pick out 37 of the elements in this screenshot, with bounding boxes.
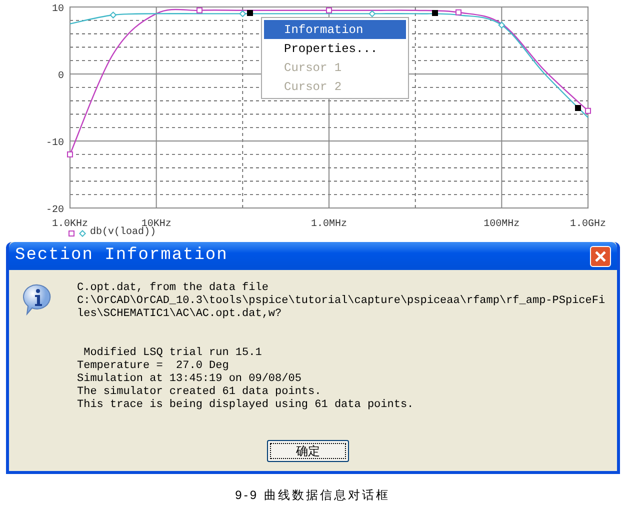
- message-line: Modified LSQ trial run 15.1: [82, 347, 263, 360]
- message-line: This trace is being displayed using 61 data points.: [77, 399, 415, 412]
- close-icon: [595, 250, 606, 262]
- y-tick-label: -10: [46, 138, 64, 149]
- point: [368, 10, 376, 18]
- x-tick-label: 1.0KHz: [52, 219, 88, 230]
- menu-item[interactable]: Information: [264, 20, 406, 39]
- x-tick-label: 1.0GHz: [570, 219, 606, 230]
- message-line: Simulation at 13:45:19 on 09/08/05: [77, 373, 302, 386]
- message-line: Temperature = 27.0 Deg: [77, 360, 230, 373]
- message-line: les\SCHEMATIC1\AC\AC.opt.dat,w?: [77, 308, 283, 321]
- point: [67, 151, 73, 158]
- y-tick-label: 0: [58, 71, 64, 82]
- point: [456, 9, 462, 16]
- point: [585, 108, 591, 114]
- point: [110, 12, 116, 18]
- window-title: Section Information: [15, 245, 228, 268]
- point: [498, 22, 505, 28]
- figure-caption: 9-9 曲线数据信息对话框: [235, 487, 390, 504]
- point: [239, 10, 246, 18]
- point: [196, 7, 202, 14]
- y-tick-label: 10: [52, 4, 64, 15]
- y-tick-label: -20: [46, 205, 64, 216]
- ok-button[interactable]: 确定: [267, 440, 349, 462]
- cursor-marker: [247, 10, 253, 16]
- square-marker-icon: [68, 230, 75, 236]
- diamond-marker-icon: [79, 230, 86, 236]
- cursor-marker: [575, 105, 581, 111]
- cursor-marker: [432, 10, 438, 16]
- message-line: C:\OrCAD\OrCAD_10.3\tools\pspice\tutorial\capture\pspiceaa\rfamp\rf_amp-PSpiceFi: [77, 295, 606, 308]
- x-tick-label: 1.0MHz: [311, 219, 347, 230]
- message-line: C.opt.dat, from the data file: [77, 282, 270, 295]
- message-line: The simulator created 61 data points.: [77, 386, 322, 399]
- close-button[interactable]: [590, 246, 611, 266]
- menu-item[interactable]: Properties...: [264, 39, 406, 58]
- point: [326, 7, 332, 14]
- x-tick-label: 100MHz: [484, 219, 520, 230]
